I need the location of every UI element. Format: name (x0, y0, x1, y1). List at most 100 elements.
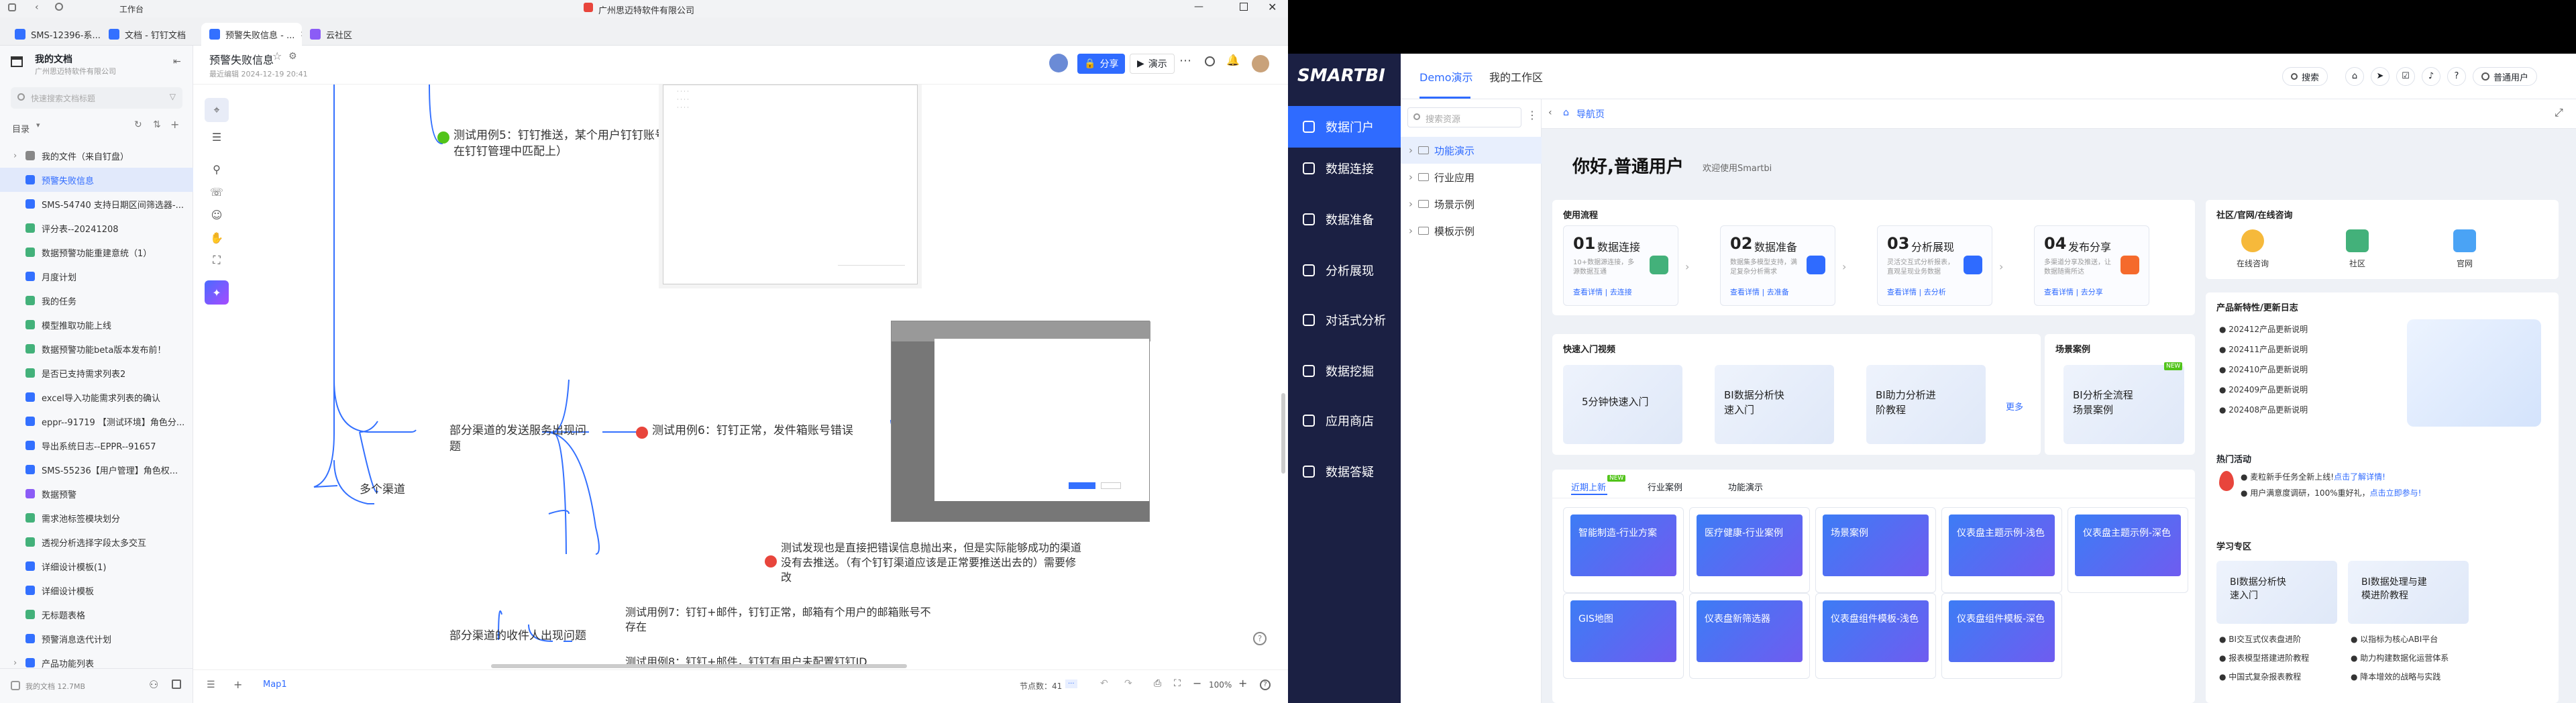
step-links[interactable]: 查看详情 | 去连接 (1573, 286, 1632, 297)
help-icon[interactable]: ? (2447, 67, 2466, 86)
recent-item[interactable]: 仪表盘组件模板-深色 (1941, 593, 2062, 679)
study-link[interactable]: ● 降本增效的战略与实践 (2351, 671, 2440, 682)
nav-mining[interactable]: 数据挖掘 (1288, 350, 1401, 392)
tab-sms[interactable]: SMS-12396-系... (7, 23, 101, 46)
sidebar-item[interactable]: 导出系统日志--EPPR--91657 (0, 433, 193, 457)
sidebar-item[interactable]: 预警失败信息 (0, 168, 193, 192)
study-item-2[interactable]: BI数据处理与建模进阶教程 (2348, 561, 2469, 624)
share-button[interactable]: 🔒 分享 (1077, 54, 1126, 74)
tab-alert-doc[interactable]: 预警失败信息 - ...✕ (201, 23, 302, 46)
task-icon[interactable]: ☑ (2396, 67, 2415, 86)
more-vertical-icon[interactable]: ⋮ (1527, 109, 1538, 121)
search-box[interactable]: 快速搜索文档标题 ▽ (11, 87, 182, 109)
sidebar-item[interactable]: 评分表--20241208 (0, 216, 193, 240)
flow-step[interactable]: 01 数据连接 10+数据源连接，多源数据互通 查看详情 | 去连接 (1563, 225, 1678, 306)
nav-prepare[interactable]: 数据准备 (1288, 199, 1401, 240)
close-icon[interactable]: ✕ (1268, 1, 1277, 13)
sidebar-item[interactable]: 数据预警功能重建意统（1） (0, 240, 193, 264)
case7-node[interactable]: 测试用例7：钉钉+邮件，钉钉正常，邮箱有个用户的邮箱账号不存在 (625, 605, 934, 635)
recent-item[interactable]: 智能制造-行业方案 (1563, 507, 1684, 593)
consult-link[interactable]: 在线咨询 (2233, 229, 2273, 269)
nav-qa[interactable]: 数据答疑 (1288, 451, 1401, 492)
flow-step[interactable]: 04 发布分享 多渠道分享及推送，让数据随需所达 查看详情 | 去分享 (2034, 225, 2149, 306)
trash-icon[interactable] (172, 680, 181, 689)
nav-chat[interactable]: 对话式分析 (1288, 299, 1401, 341)
sidebar-item[interactable]: eppr--91719 【测试环境】角色分... (0, 409, 193, 433)
nav-connect[interactable]: 数据连接 (1288, 148, 1401, 189)
home-icon[interactable] (11, 56, 23, 67)
changelog-item[interactable]: ● 202409产品更新说明 (2219, 384, 2308, 395)
chevron-right-icon[interactable]: › (13, 658, 17, 668)
chevron-right-icon[interactable]: › (13, 151, 17, 161)
list-icon[interactable]: ☰ (207, 680, 215, 690)
study-link[interactable]: ● 助力构建数据化运营体系 (2351, 652, 2449, 663)
tree-node-scene[interactable]: › 场景示例 (1401, 191, 1542, 217)
recent-item[interactable]: 仪表盘组件模板-浅色 (1815, 593, 1936, 679)
doc-title[interactable]: 预警失败信息 (209, 51, 274, 67)
case6-note-node[interactable]: 测试发现也是直接把错误信息抛出来，但是实际能够成功的渠道没有去推送。（有个钉钉渠… (781, 541, 1083, 585)
tab-docs[interactable]: 文档 - 钉钉文档 (101, 23, 201, 46)
sidebar-item[interactable]: 月度计划 (0, 264, 193, 288)
user-avatar[interactable] (1252, 55, 1269, 72)
recent-item[interactable]: 仪表盘新筛选器 (1689, 593, 1810, 679)
horizontal-scrollbar[interactable] (491, 664, 907, 668)
changelog-item[interactable]: ● 202408产品更新说明 (2219, 404, 2308, 415)
ai-icon[interactable]: ✦ (205, 280, 229, 305)
nav-analysis[interactable]: 分析展现 (1288, 250, 1401, 291)
workspace-tab[interactable]: 工作台 (119, 3, 144, 15)
flow-step[interactable]: 03 分析展现 灵活交互式分析报表，直观呈现业务数据 查看详情 | 去分析 (1877, 225, 1992, 306)
sidebar-item[interactable]: 详细设计模板(1) (0, 554, 193, 578)
home-icon[interactable]: ⌂ (2345, 67, 2364, 86)
scene-item[interactable]: BI分析全流程场景案例 (2063, 365, 2184, 444)
back-icon[interactable]: ‹ (35, 2, 39, 13)
mindmap-canvas[interactable]: ⌖ ☰ ⚲ ☏ ☺ ✋ ⛶ ✦ 测试用例5：钉钉推送，某个用户钉钉账号未配置（即… (193, 85, 1288, 669)
present-button[interactable]: ▶ 演示 (1130, 54, 1175, 74)
study-link[interactable]: ● 以指标为核心ABI平台 (2351, 633, 2438, 645)
tab-recent[interactable]: 近期上新 (1571, 480, 1606, 493)
changelog-item[interactable]: ● 202410产品更新说明 (2219, 364, 2308, 375)
sidebar-item[interactable]: 我的任务 (0, 288, 193, 313)
sidebar-item[interactable]: 无标题表格 (0, 602, 193, 627)
fit-screen-icon[interactable]: ⛶ (205, 248, 229, 272)
hand-icon[interactable]: ✋ (205, 225, 229, 250)
sheet-tab[interactable]: Map1 (263, 680, 287, 690)
print-icon[interactable]: ⎙ (1154, 678, 1161, 689)
video-item-1[interactable]: 5分钟快速入门 (1563, 365, 1682, 444)
expand-icon[interactable]: ⤢ (2555, 106, 2563, 119)
nav-store[interactable]: 应用商店 (1288, 400, 1401, 441)
changelog-item[interactable]: ● 202411产品更新说明 (2219, 343, 2308, 355)
smartbi-logo[interactable]: SMARTBI (1297, 66, 1385, 86)
recent-item[interactable]: 场景案例 (1815, 507, 1936, 593)
sidebar-item[interactable]: 数据预警 (0, 482, 193, 506)
recipient-node[interactable]: 部分渠道的收件人出现问题 (449, 628, 610, 644)
user-tool-icon[interactable]: ☺ (205, 203, 229, 227)
sidebar-item[interactable]: 模型推取功能上线 (0, 313, 193, 337)
help-icon[interactable]: ? (1253, 632, 1267, 645)
sidebar-item[interactable]: SMS-55236【用户管理】角色权... (0, 457, 193, 482)
redo-icon[interactable]: ↷ (1124, 678, 1132, 689)
gear-icon[interactable]: ⚙ (288, 51, 297, 62)
step-links[interactable]: 查看详情 | 去准备 (1730, 286, 1789, 297)
sort-icon[interactable]: ⇅ (153, 119, 161, 130)
tab-workspace[interactable]: 我的工作区 (1489, 68, 1543, 85)
recent-item[interactable]: 仪表盘主题示例-浅色 (1941, 507, 2062, 593)
sidebar-item[interactable]: SMS-54740 支持日期区间筛选器-... (0, 192, 193, 216)
more-videos-link[interactable]: 更多 (2006, 400, 2023, 413)
study-item-1[interactable]: BI数据分析快速入门 (2216, 561, 2337, 624)
toc-label[interactable]: 目录 (12, 122, 30, 135)
sidebar-item[interactable]: 详细设计模板 (0, 578, 193, 602)
study-link[interactable]: ● BI交互式仪表盘进阶 (2219, 633, 2301, 645)
collapse-icon[interactable]: ⇤ (173, 56, 181, 67)
sidebar-item[interactable]: excel导入功能需求列表的确认 (0, 385, 193, 409)
sidebar-item[interactable]: 数据预警功能beta版本发布前！ (0, 337, 193, 361)
recent-item[interactable]: GIS地图 (1563, 593, 1684, 679)
event-1[interactable]: ● 麦粒新手任务全新上线!点击了解详情! (2241, 471, 2556, 482)
send-service-node[interactable]: 部分渠道的发送服务出现问题 (449, 423, 597, 455)
recent-item[interactable]: 医疗健康-行业案例 (1689, 507, 1810, 593)
comment-icon[interactable]: ☏ (205, 180, 229, 204)
zoom-in-icon[interactable]: + (1238, 677, 1247, 690)
company-name[interactable]: 广州思迈特软件有限公司 (598, 3, 694, 16)
nav-portal[interactable]: 数据门户 (1288, 106, 1401, 148)
window-icon[interactable] (8, 3, 16, 11)
user-menu[interactable]: 普通用户 (2473, 67, 2538, 86)
